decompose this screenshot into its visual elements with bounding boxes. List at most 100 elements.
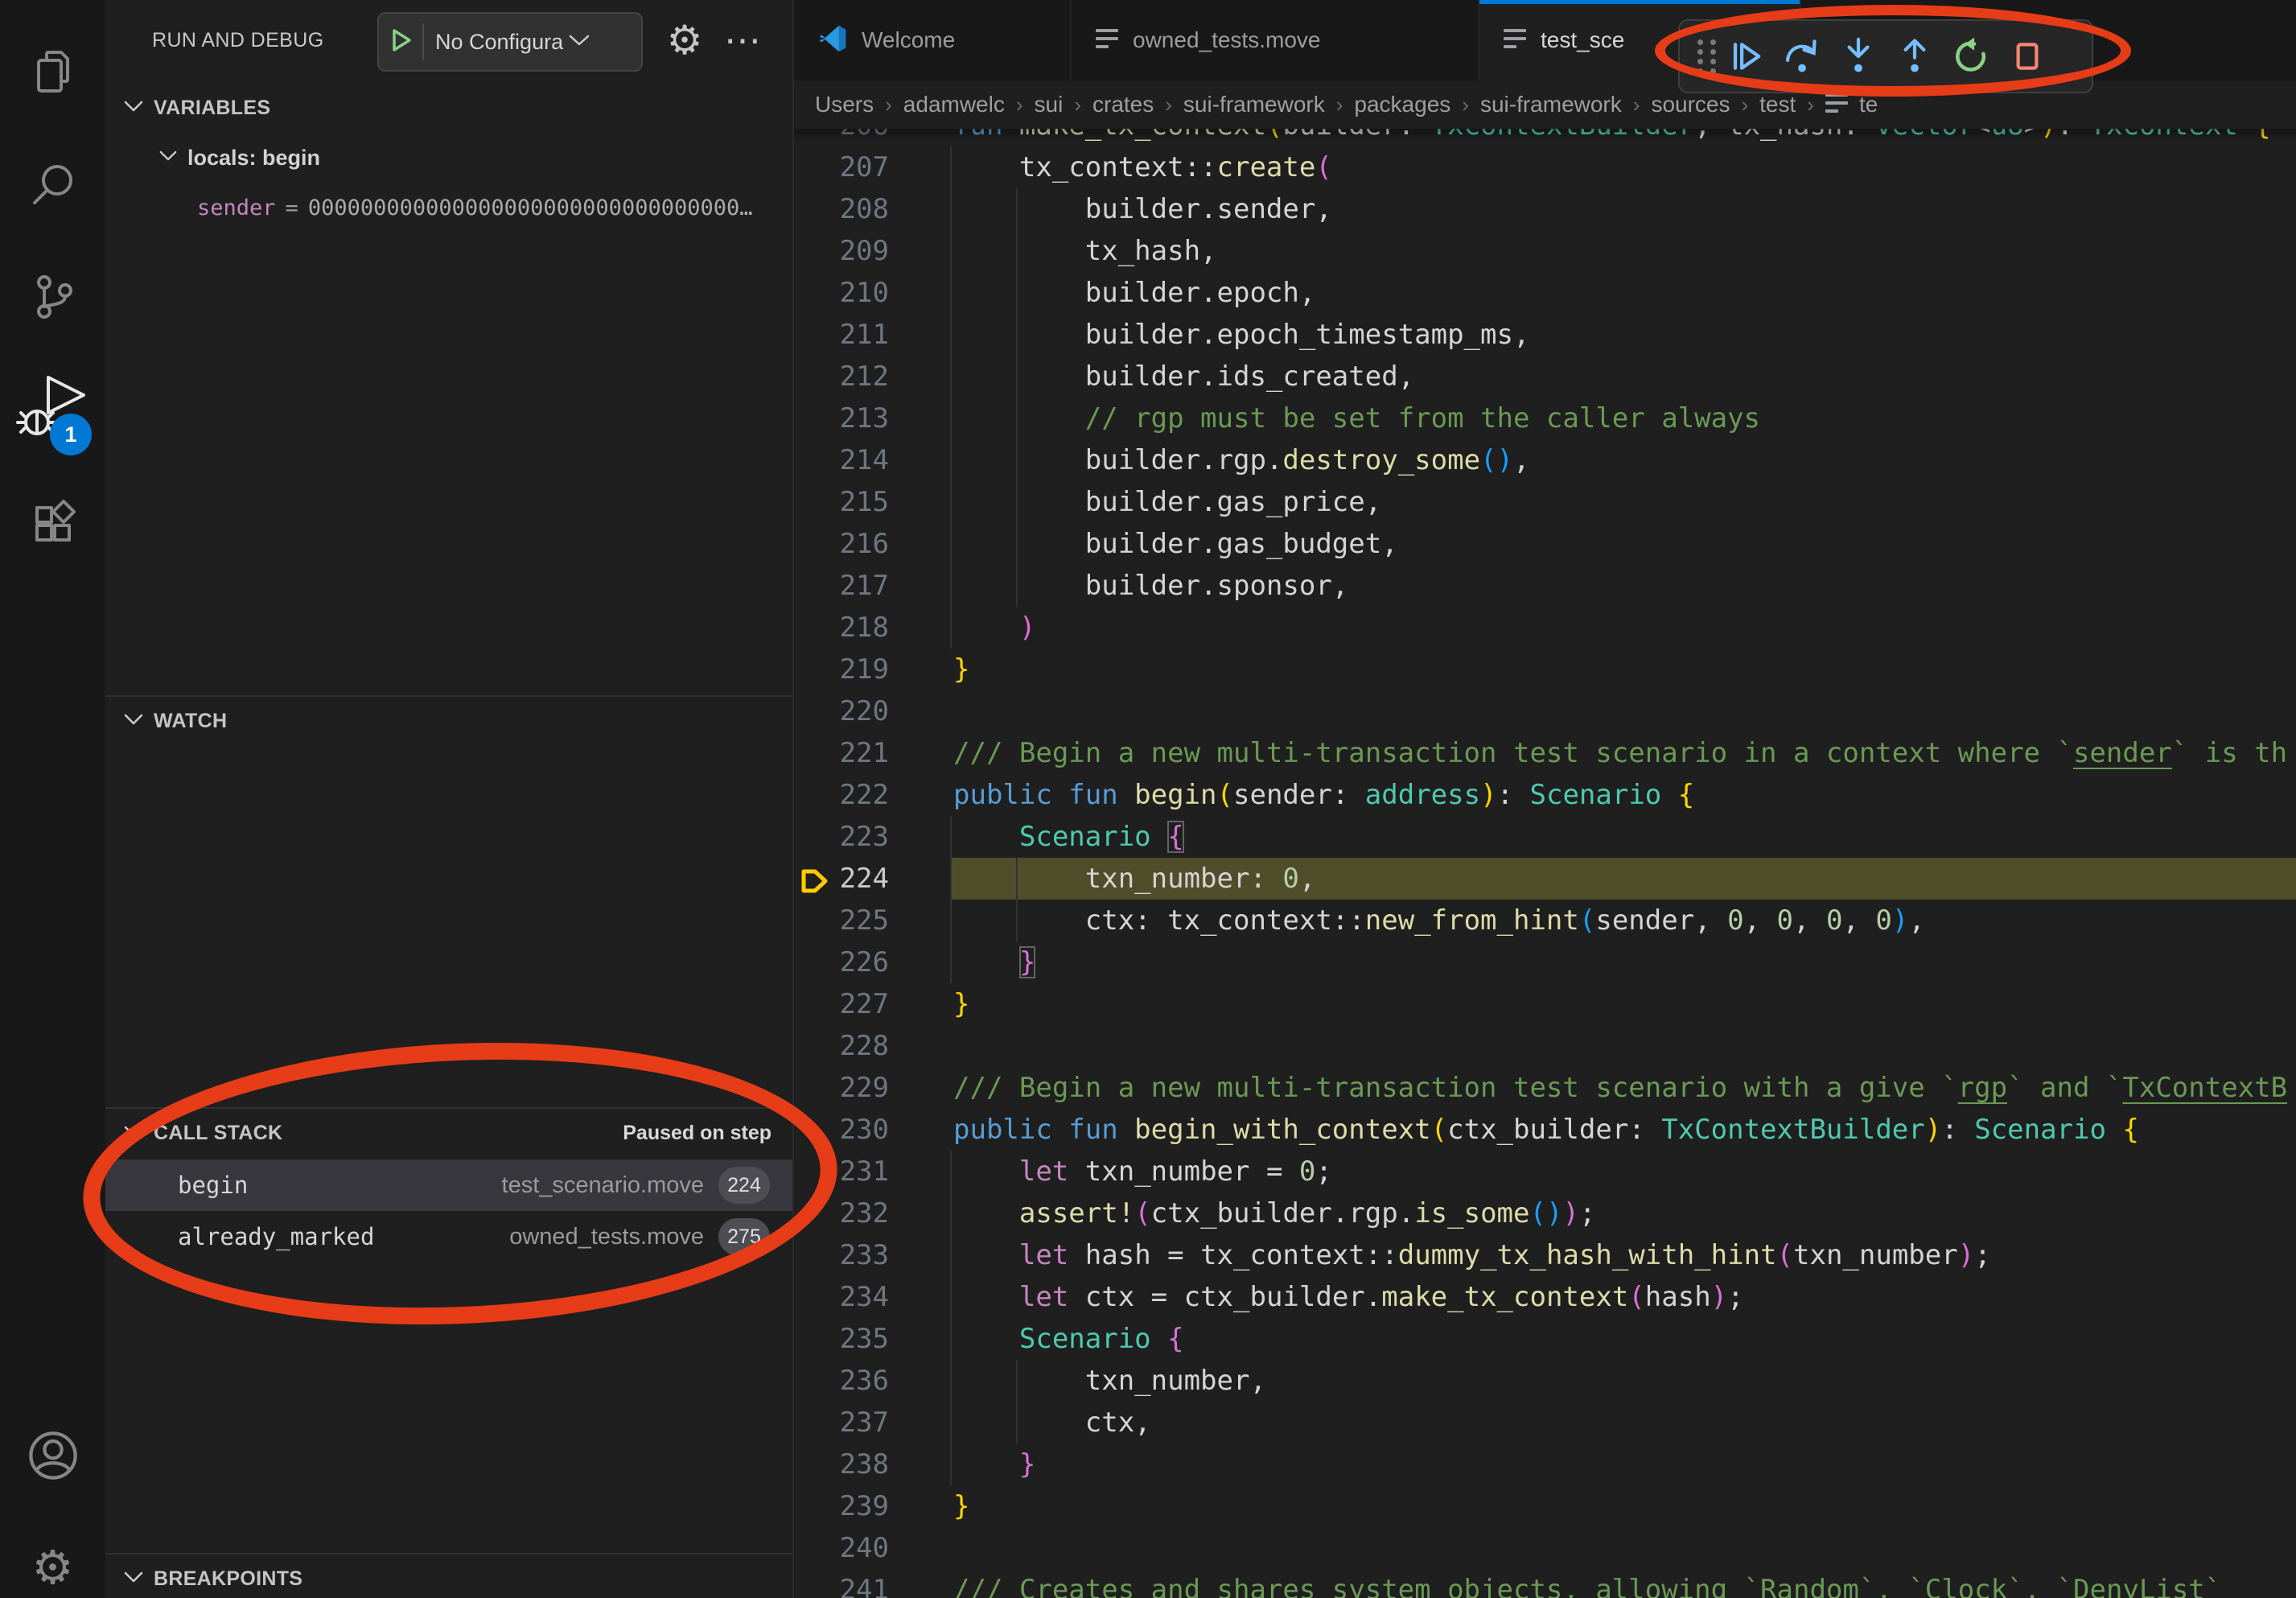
code-line[interactable]: 208 builder.sender, <box>794 188 2296 230</box>
code-line[interactable]: 210 builder.epoch, <box>794 272 2296 314</box>
code-text: } <box>953 1485 969 1527</box>
line-number: 239 <box>794 1485 889 1527</box>
restart-button[interactable] <box>1944 29 1998 84</box>
breadcrumb-item[interactable]: sui <box>1035 92 1064 117</box>
code-text: let ctx = ctx_builder.make_tx_context(ha… <box>953 1276 1744 1318</box>
code-line[interactable]: 238 } <box>794 1444 2296 1485</box>
code-line[interactable]: 230public fun begin_with_context(ctx_bui… <box>794 1109 2296 1151</box>
breadcrumb-separator: › <box>1633 93 1640 117</box>
step-out-button[interactable] <box>1887 29 1942 84</box>
indent-guide <box>950 230 952 272</box>
code-line[interactable]: 209 tx_hash, <box>794 230 2296 272</box>
watch-section-header[interactable]: WATCH <box>105 698 792 743</box>
code-line[interactable]: 213 // rgp must be set from the caller a… <box>794 397 2296 439</box>
code-line[interactable]: 218 ) <box>794 607 2296 649</box>
gear-icon: ⚙ <box>667 20 703 60</box>
breadcrumb-item[interactable]: te <box>1859 92 1878 117</box>
breadcrumb-item[interactable]: sources <box>1651 92 1730 117</box>
activity-item-account[interactable] <box>0 1413 105 1501</box>
code-line[interactable]: 239} <box>794 1485 2296 1527</box>
breakpoints-section-header[interactable]: BREAKPOINTS <box>105 1556 792 1598</box>
code-line[interactable]: 220 <box>794 690 2296 732</box>
code-line[interactable]: 223 Scenario { <box>794 816 2296 858</box>
code-line[interactable]: 234 let ctx = ctx_builder.make_tx_contex… <box>794 1276 2296 1318</box>
code-line[interactable]: 229/// Begin a new multi-transaction tes… <box>794 1067 2296 1109</box>
code-line[interactable]: 231 let txn_number = 0; <box>794 1151 2296 1192</box>
vscode-window: 1 ⚙ RUN AND DEBUG No Configura <box>0 0 2296 1598</box>
vscode-logo-icon <box>818 23 849 58</box>
step-into-button[interactable] <box>1831 29 1886 84</box>
code-line[interactable]: 225 ctx: tx_context::new_from_hint(sende… <box>794 900 2296 941</box>
extensions-icon <box>27 496 79 552</box>
code-line[interactable]: 211 builder.epoch_timestamp_ms, <box>794 314 2296 356</box>
line-number: 238 <box>794 1444 889 1485</box>
activity-item-settings[interactable]: ⚙ <box>0 1524 105 1598</box>
code-text: ) <box>953 607 1035 649</box>
breadcrumb-separator: › <box>1807 93 1814 117</box>
code-text: public fun begin_with_context(ctx_builde… <box>953 1109 2139 1151</box>
call-stack-frame-already_marked[interactable]: already_markedowned_tests.move275 <box>105 1211 792 1262</box>
breadcrumb-item[interactable]: Users <box>815 92 874 117</box>
line-number: 221 <box>794 732 889 774</box>
breadcrumb-item[interactable]: crates <box>1092 92 1154 117</box>
gear-icon: ⚙ <box>32 1545 74 1592</box>
code-line[interactable]: 236 txn_number, <box>794 1360 2296 1402</box>
breadcrumb-item[interactable]: test <box>1759 92 1796 117</box>
code-line[interactable]: 241/// Creates and shares system objects… <box>794 1569 2296 1598</box>
variables-scope-row[interactable]: locals: begin <box>158 137 722 179</box>
code-line[interactable]: 222public fun begin(sender: address): Sc… <box>794 774 2296 816</box>
debug-config-dropdown[interactable]: No Configura <box>377 12 643 72</box>
start-debug-icon[interactable] <box>390 27 413 57</box>
code-line[interactable]: 224 txn_number: 0, <box>794 858 2296 900</box>
code-line[interactable]: 221/// Begin a new multi-transaction tes… <box>794 732 2296 774</box>
code-line[interactable]: 216 builder.gas_budget, <box>794 523 2296 565</box>
code-line[interactable]: 227} <box>794 983 2296 1025</box>
breadcrumb-item[interactable]: adamwelc <box>903 92 1005 117</box>
code-line[interactable]: 214 builder.rgp.destroy_some(), <box>794 439 2296 481</box>
move-file-icon <box>1504 29 1528 52</box>
tab-welcome[interactable]: Welcome <box>794 0 1072 80</box>
code-text: assert!(ctx_builder.rgp.is_some()); <box>953 1192 1595 1234</box>
code-line[interactable]: 233 let hash = tx_context::dummy_tx_hash… <box>794 1234 2296 1276</box>
views-more-actions-button[interactable]: ⋯ <box>718 0 767 80</box>
breadcrumb-item[interactable]: packages <box>1354 92 1450 117</box>
step-over-button[interactable] <box>1775 29 1829 84</box>
activity-item-run-and-debug[interactable]: 1 <box>0 367 105 455</box>
line-number: 225 <box>794 900 889 941</box>
code-line[interactable]: 240 <box>794 1527 2296 1569</box>
line-number: 212 <box>794 356 889 397</box>
code-line[interactable]: 217 builder.sponsor, <box>794 565 2296 607</box>
breadcrumb-item[interactable]: sui-framework <box>1183 92 1325 117</box>
section-divider <box>105 1553 792 1555</box>
variable-row-sender[interactable]: sender = 0000000000000000000000000000000… <box>197 187 786 229</box>
activity-item-source-control[interactable] <box>0 254 105 343</box>
code-line[interactable]: 235 Scenario { <box>794 1318 2296 1360</box>
tab-owned-tests-move[interactable]: owned_tests.move <box>1072 0 1479 80</box>
code-line[interactable]: 232 assert!(ctx_builder.rgp.is_some()); <box>794 1192 2296 1234</box>
code-line[interactable]: 226 } <box>794 941 2296 983</box>
variables-section-header[interactable]: VARIABLES <box>105 85 792 130</box>
activity-item-explorer[interactable] <box>0 29 105 117</box>
code-line[interactable]: 228 <box>794 1025 2296 1067</box>
code-line[interactable]: 215 builder.gas_price, <box>794 481 2296 523</box>
code-text: // rgp must be set from the caller alway… <box>953 397 1760 439</box>
gripper-icon[interactable] <box>1697 39 1717 74</box>
line-number: 213 <box>794 397 889 439</box>
breadcrumb-item[interactable]: sui-framework <box>1480 92 1622 117</box>
call-stack-frame-begin[interactable]: begintest_scenario.move224 <box>105 1159 792 1211</box>
activity-item-search[interactable] <box>0 142 105 230</box>
continue-button[interactable] <box>1718 29 1773 84</box>
code-editor[interactable]: 206fun make_tx_context(builder: TxContex… <box>794 129 2296 1598</box>
call-stack-section-header[interactable]: CALL STACK Paused on step <box>105 1110 792 1155</box>
code-line[interactable]: 212 builder.ids_created, <box>794 356 2296 397</box>
code-line[interactable]: 237 ctx, <box>794 1402 2296 1444</box>
breadcrumb-separator: › <box>1074 93 1081 117</box>
breadcrumb-separator: › <box>1165 93 1172 117</box>
activity-item-extensions[interactable] <box>0 480 105 568</box>
stop-button[interactable] <box>2000 29 2055 84</box>
breadcrumb-separator: › <box>1741 93 1748 117</box>
line-number: 240 <box>794 1527 889 1569</box>
code-line[interactable]: 207 tx_context::create( <box>794 146 2296 188</box>
debug-settings-button[interactable]: ⚙ <box>660 0 709 80</box>
code-line[interactable]: 219} <box>794 649 2296 690</box>
